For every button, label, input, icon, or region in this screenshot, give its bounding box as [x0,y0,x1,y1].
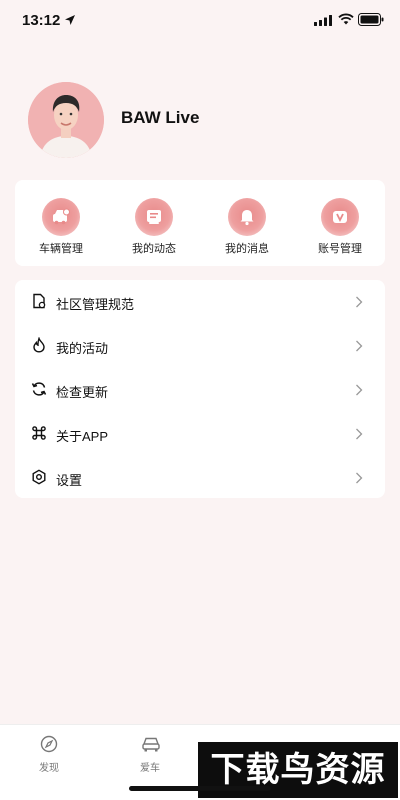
document-icon [33,293,46,309]
chevron-right-icon [356,340,363,352]
profile-header[interactable]: BAW Live [28,82,368,158]
menu-item-label: 我的活动 [56,341,109,356]
compass-icon [40,735,58,753]
location-arrow-icon [65,15,75,25]
chevron-right-icon [356,472,363,484]
quick-actions-card: 车辆管理 我的动态 我的消息 账号管理 [15,180,385,266]
refresh-icon [31,382,47,396]
menu-item-settings[interactable]: 设置 [15,456,385,500]
quick-action-label: 我的消息 [225,243,269,255]
tab-label: 爱车 [140,763,160,774]
settings-icon [32,469,46,485]
quick-action-account-management[interactable]: 账号管理 [300,198,380,258]
quick-action-vehicle-management[interactable]: 车辆管理 [21,198,101,258]
username: BAW Live [121,108,200,127]
menu-item-label: 检查更新 [56,385,109,400]
tab-label: 发现 [39,763,59,774]
car-icon [142,737,160,752]
signal-icon [314,15,332,26]
menu-item-my-activities[interactable]: 我的活动 [15,324,385,368]
quick-action-my-messages[interactable]: 我的消息 [207,198,287,258]
avatar[interactable] [28,82,104,158]
command-icon [32,426,46,440]
menu-item-check-updates[interactable]: 检查更新 [15,368,385,412]
quick-action-label: 车辆管理 [39,243,83,255]
menu-item-community-guidelines[interactable]: 社区管理规范 [15,280,385,324]
wifi-icon [338,13,354,25]
tab-discover[interactable]: 发现 [9,733,89,774]
menu-card: 社区管理规范 我的活动 检查更新 关于APP 设置 [15,280,385,498]
quick-action-label: 账号管理 [318,243,362,255]
menu-item-label: 社区管理规范 [56,297,135,312]
car-manage-icon [42,198,80,236]
menu-item-about-app[interactable]: 关于APP [15,412,385,456]
quick-action-my-posts[interactable]: 我的动态 [114,198,194,258]
bell-icon [228,198,266,236]
account-icon [321,198,359,236]
tab-my-car[interactable]: 爱车 [110,733,190,774]
status-time: 13:12 [22,12,61,29]
menu-item-label: 关于APP [56,429,109,444]
chevron-right-icon [356,296,363,308]
quick-action-label: 我的动态 [132,243,176,255]
chevron-right-icon [356,428,363,440]
avatar-person-icon [28,82,104,158]
chevron-right-icon [356,384,363,396]
flame-icon [33,337,45,353]
menu-item-label: 设置 [56,473,83,488]
status-bar: 13:12 [0,0,400,44]
home-indicator [129,786,271,791]
battery-icon [358,13,384,26]
feed-icon [135,198,173,236]
